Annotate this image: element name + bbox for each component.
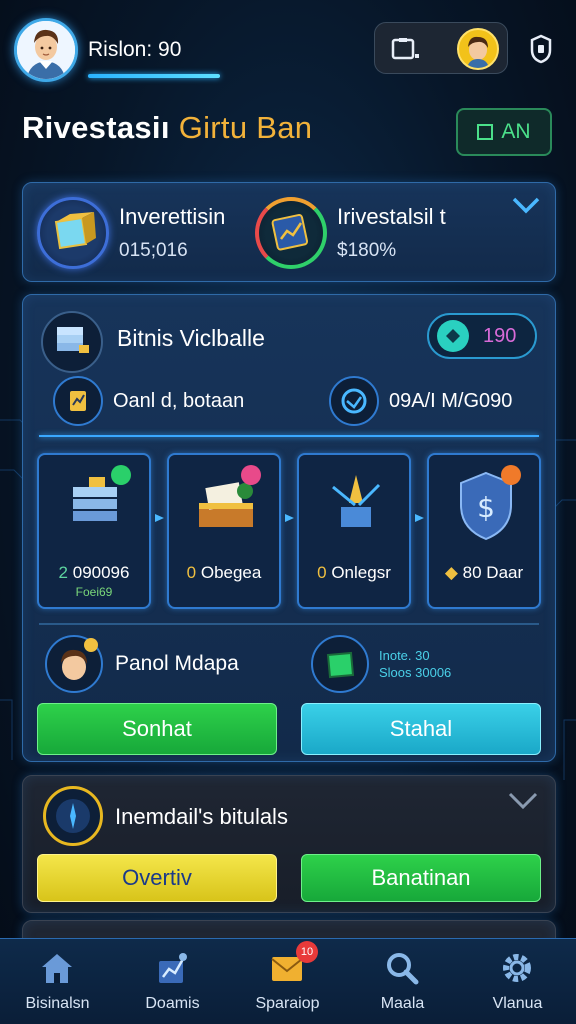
secondary-green-button[interactable]: Banatinan — [301, 854, 541, 902]
asset-card-sub: Foei69 — [75, 585, 113, 599]
search-icon — [387, 953, 419, 985]
nav-item-stats[interactable]: Doamis — [115, 939, 230, 1024]
home-icon — [42, 954, 72, 983]
svg-text:$: $ — [477, 491, 495, 524]
status-badge — [111, 465, 131, 485]
title-part-2: Girtu Ban — [178, 110, 313, 145]
cube-icon — [311, 635, 369, 693]
investment-value: 015;016 — [119, 240, 188, 261]
investment-title: Inverettisin — [119, 204, 226, 229]
title-part-1: Rivestasiı — [22, 110, 170, 145]
coin-counter[interactable]: 190 — [427, 313, 537, 359]
panel-row-right-line1: Inote. 30 — [379, 648, 430, 663]
status-badge — [241, 465, 261, 485]
panel-row-right-line2: Sloos 30006 — [379, 665, 452, 680]
shield-icon[interactable] — [528, 34, 554, 64]
asset-card-label: ◆ 80 Daar — [444, 563, 524, 582]
asset-card-label: 0 Obegea — [186, 563, 262, 582]
nav-item-search[interactable]: Maala — [345, 939, 460, 1024]
chevron-down-icon[interactable] — [507, 790, 539, 812]
business-panel: Bitnis Viclballe 190 Oanl d, botaan 09A/… — [22, 294, 556, 762]
title-action-label: AN — [501, 120, 531, 143]
rocket-crate-icon — [332, 475, 381, 527]
help-title: Inemdail's bitulals — [115, 804, 288, 829]
notification-badge: 10 — [296, 941, 318, 963]
asset-card-label: 0 Onlegsr — [317, 563, 391, 582]
business-row-right[interactable]: 09A/I M/G090 — [329, 376, 513, 426]
arrow-right-icon — [285, 514, 294, 522]
coin-value: 190 — [483, 324, 517, 347]
square-icon — [477, 124, 494, 140]
overview-button[interactable]: Overtiv — [37, 854, 277, 902]
profile-pill[interactable] — [374, 22, 508, 74]
help-panel: Inemdail's bitulals Overtiv Banatinan — [22, 775, 556, 913]
xp-progress-bar — [88, 74, 220, 78]
bottom-nav: Bisinalsn Doamis 10 Sparaiop Maala Vlanu… — [0, 938, 576, 1024]
business-row-left[interactable]: Oanl d, botaan — [53, 376, 245, 426]
asset-cards: 2 090096 Foei69 0 Obegea 0 Onlegsr $ ◆ 8… — [37, 453, 541, 609]
wallet-icon — [391, 38, 419, 60]
divider — [39, 435, 539, 437]
business-row-right-label: 09A/I M/G090 — [389, 389, 513, 412]
cube-icon — [37, 197, 109, 269]
target-icon — [329, 376, 379, 426]
business-row-left-label: Oanl d, botaan — [113, 389, 245, 412]
chart-icon — [53, 376, 103, 426]
panel-row-left[interactable]: Panol Mdapa — [45, 635, 239, 693]
chart-icon — [159, 953, 187, 983]
nav-label: Maala — [380, 995, 425, 1012]
nav-item-settings[interactable]: Vlanua — [460, 939, 575, 1024]
asset-card[interactable]: 2 090096 Foei69 — [37, 453, 151, 609]
nav-item-mail[interactable]: 10 Sparaiop — [230, 939, 345, 1024]
chart-card-icon — [255, 197, 327, 269]
primary-green-button[interactable]: Sonhat — [37, 703, 277, 755]
arrow-right-icon — [415, 514, 424, 522]
pill-avatar — [457, 28, 499, 70]
primary-cyan-button[interactable]: Stahal — [301, 703, 541, 755]
business-title: Bitnis Viclballe — [117, 325, 265, 351]
nav-label: Sparaiop — [255, 995, 320, 1012]
panel-row-left-label: Panol Mdapa — [115, 652, 239, 675]
asset-card[interactable]: $ ◆ 80 Daar — [427, 453, 541, 609]
character-icon — [45, 635, 103, 693]
gear-icon — [503, 954, 531, 982]
investment-item-2[interactable]: Irivestalsil t $180% — [255, 197, 446, 269]
stack-icon — [41, 311, 103, 373]
investments-panel: Inverettisin 015;016 Irivestalsil t $180… — [22, 182, 556, 282]
asset-card[interactable]: 0 Obegea — [167, 453, 281, 609]
investment-value: $180% — [337, 240, 397, 261]
investment-title: Irivestalsil t — [337, 204, 446, 229]
status-badge — [501, 465, 521, 485]
top-bar: Rislon: 90 — [14, 16, 562, 86]
investment-item-1[interactable]: Inverettisin 015;016 — [37, 197, 225, 269]
title-row: Rivestasiı Girtu Ban AN — [22, 108, 554, 160]
arrow-right-icon — [155, 514, 164, 522]
nav-label: Bisinalsn — [25, 995, 90, 1012]
gem-icon — [437, 320, 469, 352]
asset-card-label: 2 090096 — [58, 563, 130, 582]
nav-label: Doamis — [145, 995, 200, 1012]
xp-progress-fill — [88, 74, 220, 78]
panel-row-right[interactable]: Inote. 30 Sloos 30006 — [311, 635, 451, 693]
compass-icon — [43, 786, 103, 846]
username: Rislon: 90 — [88, 38, 182, 61]
asset-card[interactable]: 0 Onlegsr — [297, 453, 411, 609]
title-action-button[interactable]: AN — [456, 108, 552, 156]
avatar[interactable] — [14, 18, 78, 82]
divider — [39, 623, 539, 625]
nav-item-home[interactable]: Bisinalsn — [0, 939, 115, 1024]
chevron-down-icon[interactable] — [511, 195, 541, 215]
nav-label: Vlanua — [492, 995, 543, 1012]
